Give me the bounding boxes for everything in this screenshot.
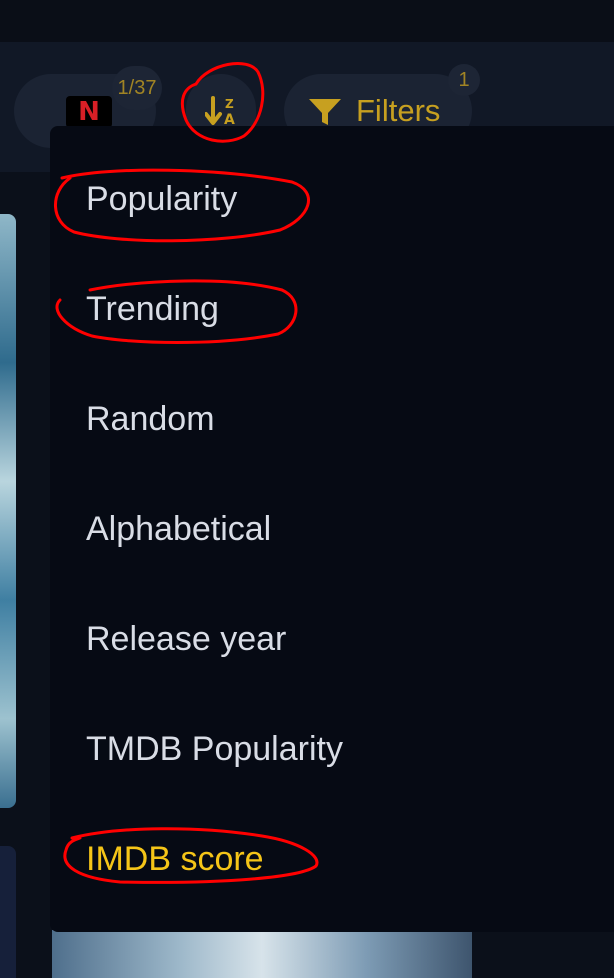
svg-text:A: A [224, 112, 235, 126]
movie-poster[interactable] [0, 846, 16, 978]
provider-count-badge: 1/37 [112, 66, 162, 110]
movie-poster[interactable] [0, 214, 16, 808]
sort-option-popularity[interactable]: Popularity [86, 144, 586, 254]
sort-option-release-year[interactable]: Release year [86, 584, 586, 694]
sort-alpha-desc-icon: Z A [205, 96, 235, 126]
svg-text:Z: Z [225, 97, 234, 111]
filters-count-badge: 1 [448, 64, 480, 96]
sort-dropdown-menu: Popularity Trending Random Alphabetical … [50, 126, 614, 932]
sort-option-alphabetical[interactable]: Alphabetical [86, 474, 586, 584]
sort-option-imdb-score[interactable]: IMDB score [86, 804, 586, 914]
netflix-logo: N [66, 96, 112, 128]
movie-poster[interactable] [52, 930, 472, 978]
sort-option-tmdb-popularity[interactable]: TMDB Popularity [86, 694, 586, 804]
top-bar [0, 0, 614, 42]
sort-option-random[interactable]: Random [86, 364, 586, 474]
sort-option-trending[interactable]: Trending [86, 254, 586, 364]
filter-icon [309, 99, 341, 125]
